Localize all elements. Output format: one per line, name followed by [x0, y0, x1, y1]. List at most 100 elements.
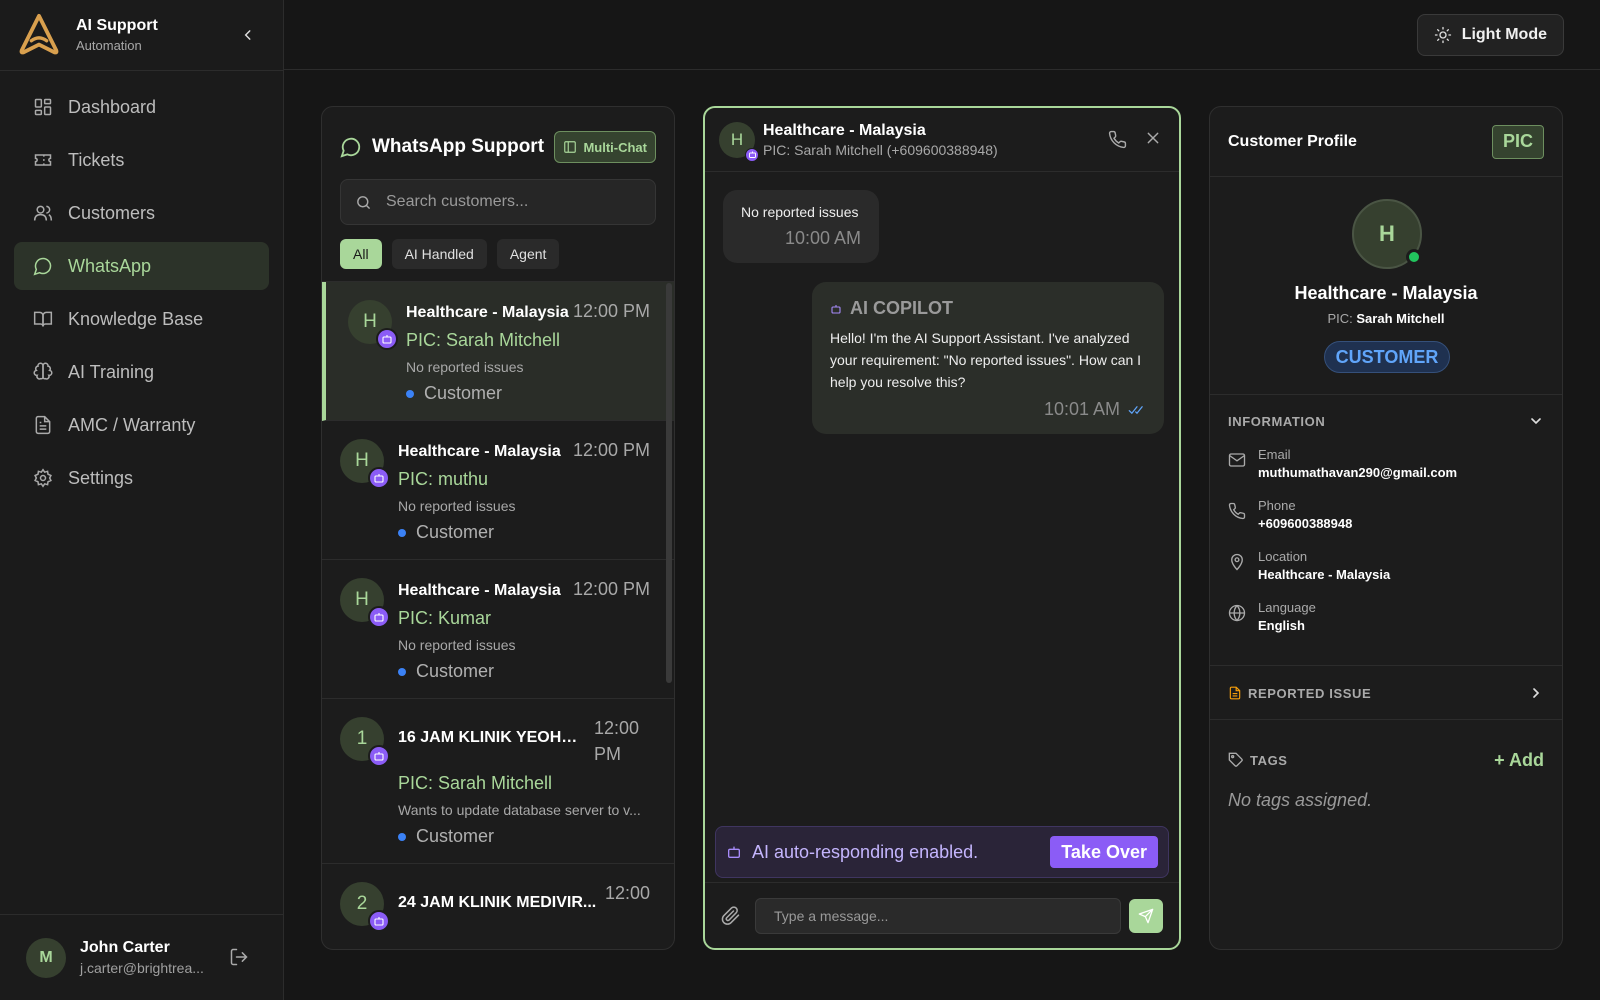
sidebar-item-label: AI Training	[68, 361, 155, 382]
sidebar-nav: Dashboard Tickets Customers WhatsApp Kno…	[0, 71, 283, 519]
profile-identity: H Healthcare - Malaysia PIC: Sarah Mitch…	[1210, 177, 1562, 395]
no-tags-text: No tags assigned.	[1228, 790, 1373, 810]
sidebar-item-dashboard[interactable]: Dashboard	[14, 83, 269, 131]
information-toggle[interactable]: INFORMATION	[1210, 395, 1562, 447]
bot-icon	[728, 846, 740, 858]
message-composer	[705, 882, 1179, 948]
conversation-name: 24 JAM KLINIK MEDIVIR...	[398, 894, 597, 911]
message-time: 10:01 AM	[1043, 399, 1120, 419]
bot-icon	[831, 304, 841, 314]
attach-button[interactable]	[721, 905, 741, 926]
send-icon	[1138, 908, 1154, 923]
auto-respond-text: AI auto-responding enabled.	[752, 841, 979, 862]
chat-subtitle: PIC: Sarah Mitchell (+609600388948)	[763, 141, 998, 158]
light-mode-button[interactable]: Light Mode	[1416, 14, 1564, 56]
sidebar-item-amc-warranty[interactable]: AMC / Warranty	[14, 401, 269, 449]
conversation-preview: No reported issues	[406, 359, 524, 375]
info-label: Location	[1258, 549, 1308, 564]
conversation-tag: Customer	[398, 522, 650, 543]
info-value: English	[1258, 618, 1305, 633]
info-label: Phone	[1258, 498, 1296, 513]
phone-icon	[1228, 502, 1246, 520]
chat-bubble-icon	[32, 255, 54, 277]
reported-issue-section: REPORTED ISSUE	[1210, 666, 1562, 720]
tags-header: TAGS + Add	[1210, 734, 1562, 786]
sidebar-item-settings[interactable]: Settings	[14, 454, 269, 502]
sidebar-item-label: AMC / Warranty	[68, 414, 196, 435]
avatar: H	[719, 121, 759, 162]
pic-badge: PIC	[1491, 124, 1544, 159]
sidebar-item-customers[interactable]: Customers	[14, 189, 269, 237]
conversation-pic: PIC: muthu	[398, 469, 489, 489]
ai-auto-respond-bar: AI auto-responding enabled. Take Over	[715, 826, 1169, 878]
sidebar-item-tickets[interactable]: Tickets	[14, 136, 269, 184]
customer-dot-icon	[406, 389, 414, 398]
avatar: H	[340, 439, 390, 489]
outgoing-message: AI COPILOT Hello! I'm the AI Support Ass…	[812, 282, 1164, 434]
sidebar-item-ai-training[interactable]: AI Training	[14, 348, 269, 396]
filter-ai-handled[interactable]: AI Handled	[391, 239, 487, 269]
ticket-icon	[32, 149, 54, 171]
chat-title: Healthcare - Malaysia	[763, 121, 926, 139]
list-item[interactable]: H Healthcare - Malaysia 12:00 PM PIC: Sa…	[322, 282, 674, 421]
customer-dot-icon	[398, 667, 406, 676]
tag-icon	[1228, 752, 1243, 767]
sidebar-item-label: Settings	[68, 467, 134, 488]
pic-name: Sarah Mitchell	[1356, 311, 1445, 326]
collapse-sidebar-button[interactable]	[237, 24, 259, 46]
sidebar-item-knowledge-base[interactable]: Knowledge Base	[14, 295, 269, 343]
conversation-preview: No reported issues	[398, 498, 516, 514]
bot-icon	[376, 328, 398, 350]
conversation-time: 12:00 PM	[572, 579, 650, 599]
conversation-time: 12:00	[604, 883, 650, 903]
sidebar-item-label: WhatsApp	[68, 255, 152, 276]
avatar: 1	[340, 717, 390, 767]
filter-agent[interactable]: Agent	[496, 239, 560, 269]
close-chat-button[interactable]	[1145, 130, 1161, 149]
logout-button[interactable]	[229, 947, 249, 967]
filter-tabs: All AI Handled Agent	[322, 225, 674, 269]
sidebar-item-whatsapp[interactable]: WhatsApp	[14, 242, 269, 290]
sidebar-item-label: Dashboard	[68, 96, 157, 117]
multi-chat-label: Multi-Chat	[583, 139, 647, 155]
chat-bubble-icon	[340, 137, 361, 158]
top-bar: Light Mode	[284, 0, 1600, 70]
filter-all[interactable]: All	[340, 239, 382, 269]
list-scrollbar[interactable]	[666, 283, 672, 683]
list-item[interactable]: 2 24 JAM KLINIK MEDIVIR... 12:00	[322, 864, 674, 932]
avatar: H	[1352, 199, 1422, 269]
sidebar: AI Support Automation Dashboard Tickets …	[0, 0, 284, 1000]
take-over-button[interactable]: Take Over	[1050, 836, 1158, 868]
document-icon	[1229, 686, 1241, 700]
avatar: H	[340, 578, 390, 628]
customer-profile-panel: Customer Profile PIC H Healthcare - Mala…	[1209, 106, 1563, 950]
reported-issue-toggle[interactable]: REPORTED ISSUE	[1210, 666, 1562, 720]
bot-icon	[368, 467, 390, 489]
chevron-left-icon	[244, 30, 251, 40]
message-text: Hello! I'm the AI Support Assistant. I'v…	[830, 330, 1142, 390]
bot-icon	[368, 910, 390, 932]
conversation-name: Healthcare - Malaysia	[406, 304, 569, 321]
tags-section: TAGS + Add No tags assigned.	[1210, 720, 1562, 815]
add-tag-button[interactable]: + Add	[1494, 750, 1544, 771]
location-pin-icon	[1231, 553, 1243, 571]
message-input[interactable]	[755, 897, 1121, 934]
logout-icon	[230, 948, 248, 966]
phone-icon	[1108, 130, 1127, 149]
paperclip-icon	[721, 905, 740, 925]
list-item[interactable]: H Healthcare - Malaysia 12:00 PM PIC: mu…	[322, 421, 674, 560]
info-value: Healthcare - Malaysia	[1258, 567, 1391, 582]
multi-chat-button[interactable]: Multi-Chat	[554, 131, 656, 163]
call-button[interactable]	[1108, 130, 1127, 149]
book-icon	[32, 308, 54, 330]
conversation-name: 16 JAM KLINIK YEOH ...	[398, 729, 578, 746]
info-value: +609600388948	[1258, 516, 1353, 531]
search-input[interactable]	[386, 193, 626, 211]
information-section: INFORMATION Email muthumathavan290@gmail.…	[1210, 395, 1562, 666]
send-button[interactable]	[1129, 898, 1163, 933]
info-label: Language	[1258, 600, 1316, 615]
list-item[interactable]: 1 16 JAM KLINIK YEOH ... 12:00 PM PIC: S…	[322, 699, 674, 864]
list-item[interactable]: H Healthcare - Malaysia 12:00 PM PIC: Ku…	[322, 560, 674, 699]
conversation-name: Healthcare - Malaysia	[398, 582, 561, 599]
search-box	[340, 179, 656, 225]
